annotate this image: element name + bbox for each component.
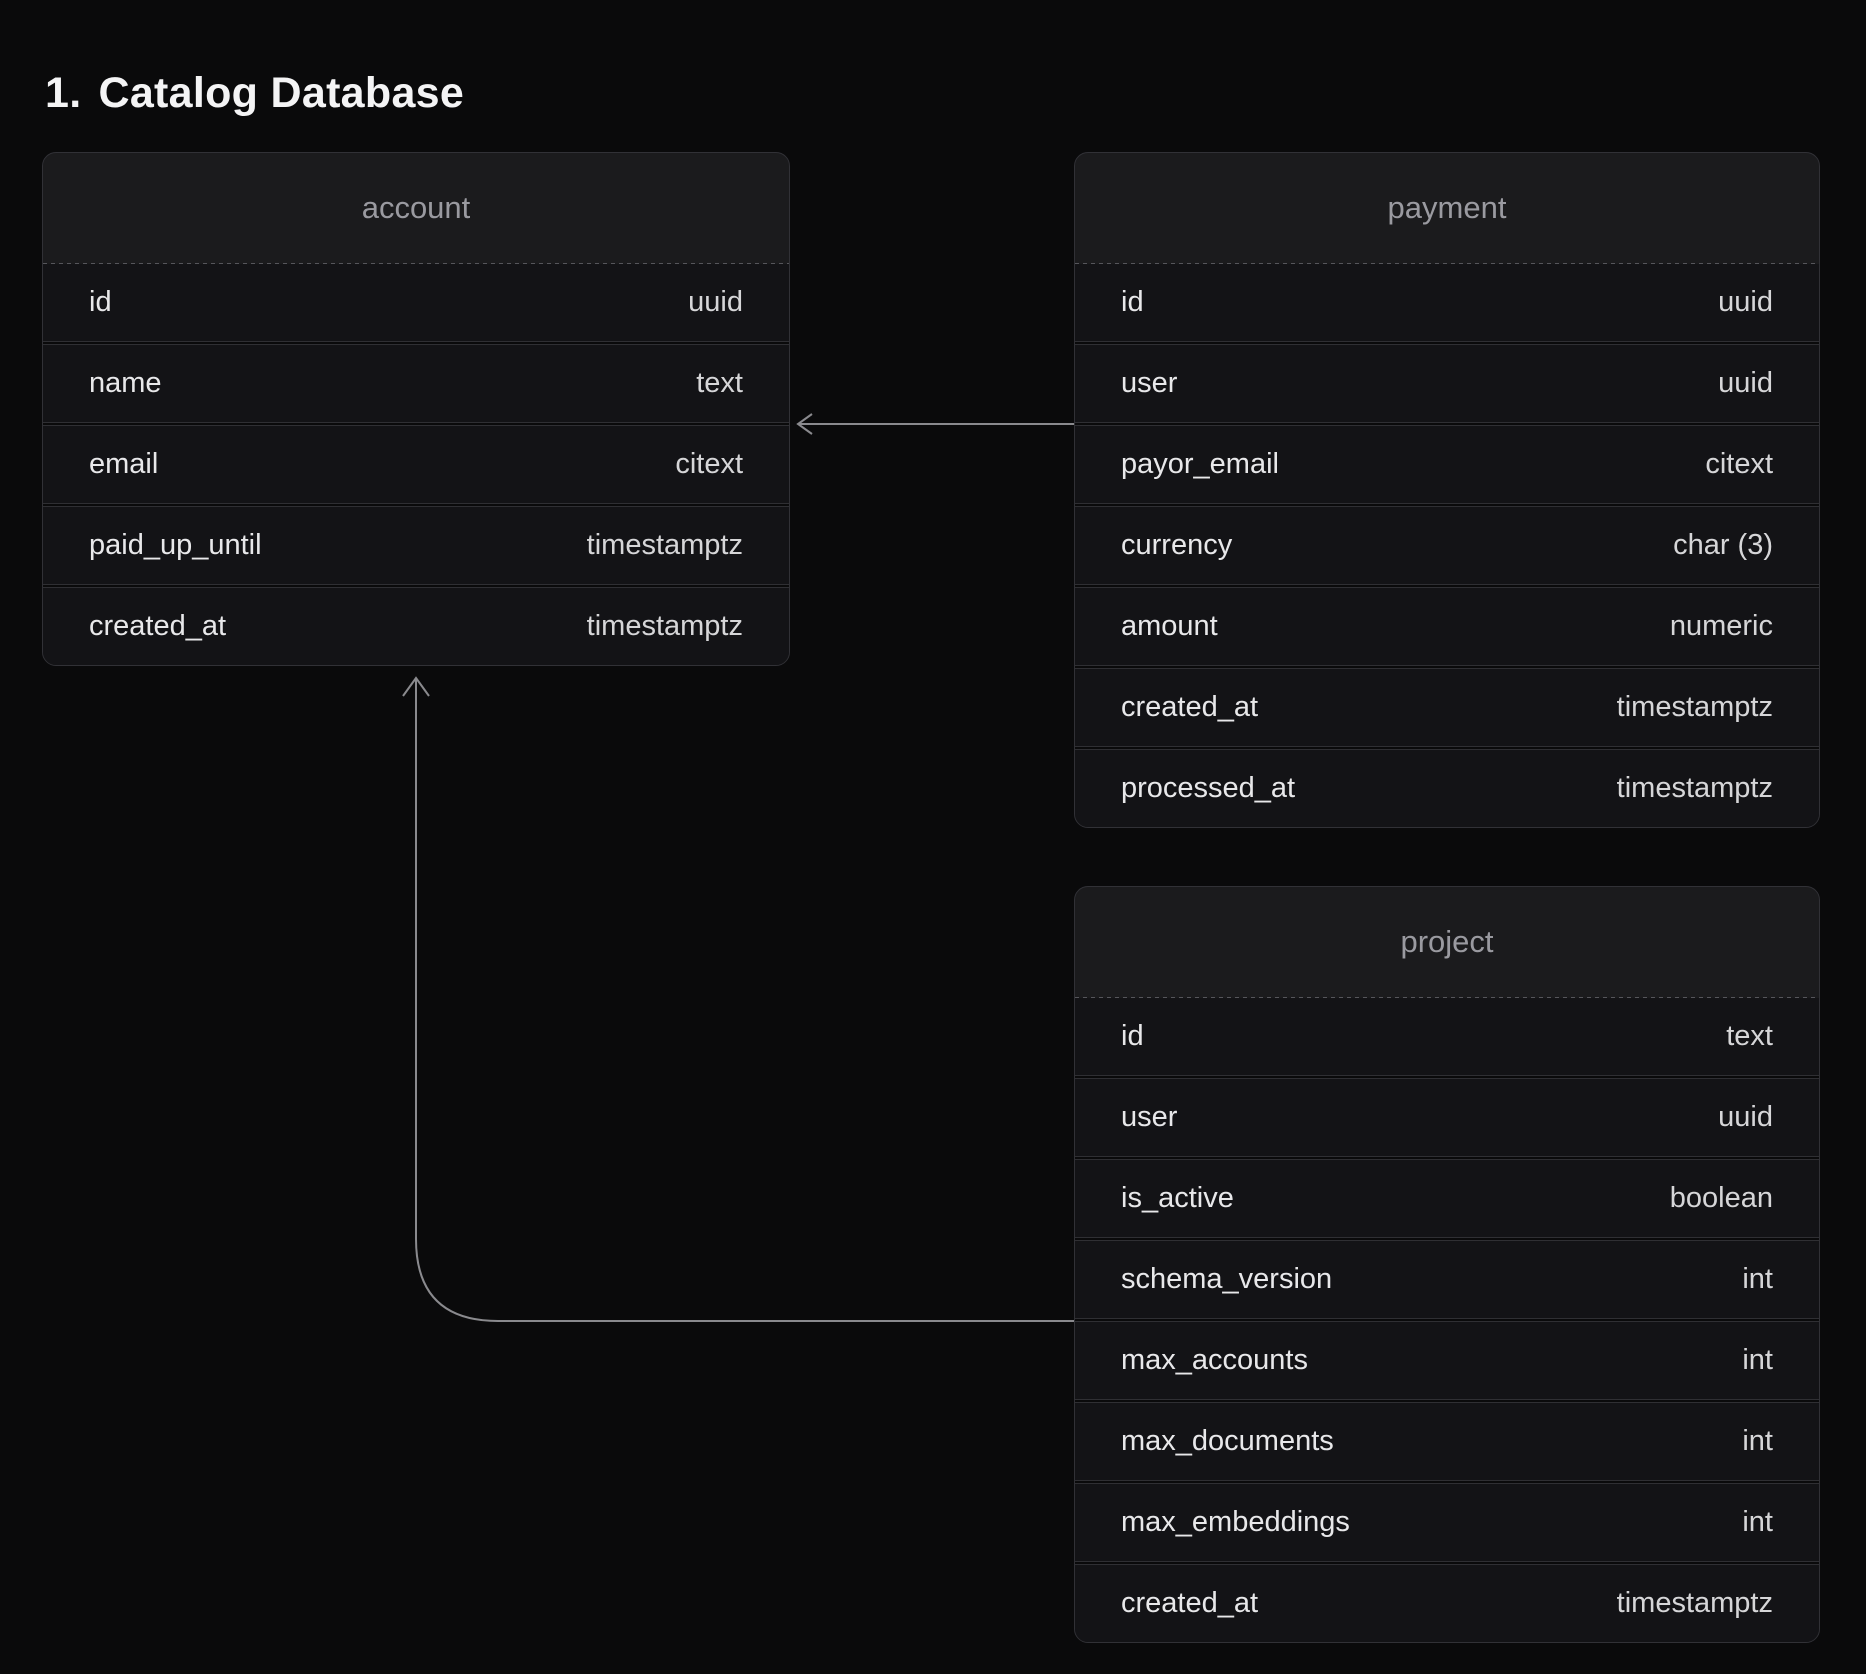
column-type: int bbox=[1742, 1506, 1773, 1539]
page-title: 1. Catalog Database bbox=[45, 69, 464, 118]
column-type: text bbox=[1726, 1020, 1773, 1053]
column-type: int bbox=[1742, 1263, 1773, 1296]
table-row[interactable]: id text bbox=[1075, 998, 1819, 1075]
table-row[interactable]: max_documents int bbox=[1075, 1403, 1819, 1480]
column-name: amount bbox=[1121, 610, 1218, 643]
table-account[interactable]: account id uuid name text email citext p… bbox=[42, 152, 790, 666]
table-row[interactable]: id uuid bbox=[43, 264, 789, 341]
column-type: timestamptz bbox=[587, 529, 743, 562]
column-type: char (3) bbox=[1673, 529, 1773, 562]
column-name: max_documents bbox=[1121, 1425, 1334, 1458]
page-title-text: Catalog Database bbox=[98, 69, 464, 118]
table-row[interactable]: name text bbox=[43, 345, 789, 422]
table-project-title: project bbox=[1075, 887, 1819, 997]
column-name: created_at bbox=[89, 610, 226, 643]
relation-project-account bbox=[403, 678, 1074, 1321]
column-name: is_active bbox=[1121, 1182, 1234, 1215]
column-type: int bbox=[1742, 1344, 1773, 1377]
relation-payment-account bbox=[798, 414, 1074, 434]
column-type: uuid bbox=[688, 286, 743, 319]
table-project[interactable]: project id text user uuid is_active bool… bbox=[1074, 886, 1820, 1643]
column-name: created_at bbox=[1121, 1587, 1258, 1620]
column-name: email bbox=[89, 448, 158, 481]
column-name: user bbox=[1121, 367, 1177, 400]
table-row[interactable]: paid_up_until timestamptz bbox=[43, 507, 789, 584]
column-type: text bbox=[696, 367, 743, 400]
table-row[interactable]: max_embeddings int bbox=[1075, 1484, 1819, 1561]
column-type: boolean bbox=[1670, 1182, 1773, 1215]
column-name: max_accounts bbox=[1121, 1344, 1308, 1377]
column-name: processed_at bbox=[1121, 772, 1295, 805]
table-row[interactable]: is_active boolean bbox=[1075, 1160, 1819, 1237]
table-row[interactable]: processed_at timestamptz bbox=[1075, 750, 1819, 827]
column-type: numeric bbox=[1670, 610, 1773, 643]
table-row[interactable]: payor_email citext bbox=[1075, 426, 1819, 503]
column-type: uuid bbox=[1718, 1101, 1773, 1134]
table-row[interactable]: email citext bbox=[43, 426, 789, 503]
column-name: currency bbox=[1121, 529, 1232, 562]
table-row[interactable]: user uuid bbox=[1075, 1079, 1819, 1156]
column-type: citext bbox=[1705, 448, 1773, 481]
table-row[interactable]: user uuid bbox=[1075, 345, 1819, 422]
column-name: schema_version bbox=[1121, 1263, 1332, 1296]
column-name: user bbox=[1121, 1101, 1177, 1134]
column-name: paid_up_until bbox=[89, 529, 262, 562]
column-name: payor_email bbox=[1121, 448, 1279, 481]
column-type: int bbox=[1742, 1425, 1773, 1458]
table-row[interactable]: created_at timestamptz bbox=[1075, 1565, 1819, 1642]
column-name: id bbox=[1121, 286, 1144, 319]
page-title-number: 1. bbox=[45, 69, 81, 118]
table-row[interactable]: id uuid bbox=[1075, 264, 1819, 341]
column-type: timestamptz bbox=[1617, 772, 1773, 805]
column-name: id bbox=[1121, 1020, 1144, 1053]
column-name: id bbox=[89, 286, 112, 319]
column-type: timestamptz bbox=[1617, 691, 1773, 724]
column-type: timestamptz bbox=[1617, 1587, 1773, 1620]
column-type: timestamptz bbox=[587, 610, 743, 643]
column-name: created_at bbox=[1121, 691, 1258, 724]
column-type: citext bbox=[675, 448, 743, 481]
table-row[interactable]: schema_version int bbox=[1075, 1241, 1819, 1318]
column-type: uuid bbox=[1718, 286, 1773, 319]
table-row[interactable]: created_at timestamptz bbox=[43, 588, 789, 665]
table-row[interactable]: max_accounts int bbox=[1075, 1322, 1819, 1399]
column-name: max_embeddings bbox=[1121, 1506, 1350, 1539]
table-account-title: account bbox=[43, 153, 789, 263]
table-row[interactable]: currency char (3) bbox=[1075, 507, 1819, 584]
table-payment[interactable]: payment id uuid user uuid payor_email ci… bbox=[1074, 152, 1820, 828]
column-name: name bbox=[89, 367, 162, 400]
table-row[interactable]: amount numeric bbox=[1075, 588, 1819, 665]
column-type: uuid bbox=[1718, 367, 1773, 400]
table-row[interactable]: created_at timestamptz bbox=[1075, 669, 1819, 746]
table-payment-title: payment bbox=[1075, 153, 1819, 263]
